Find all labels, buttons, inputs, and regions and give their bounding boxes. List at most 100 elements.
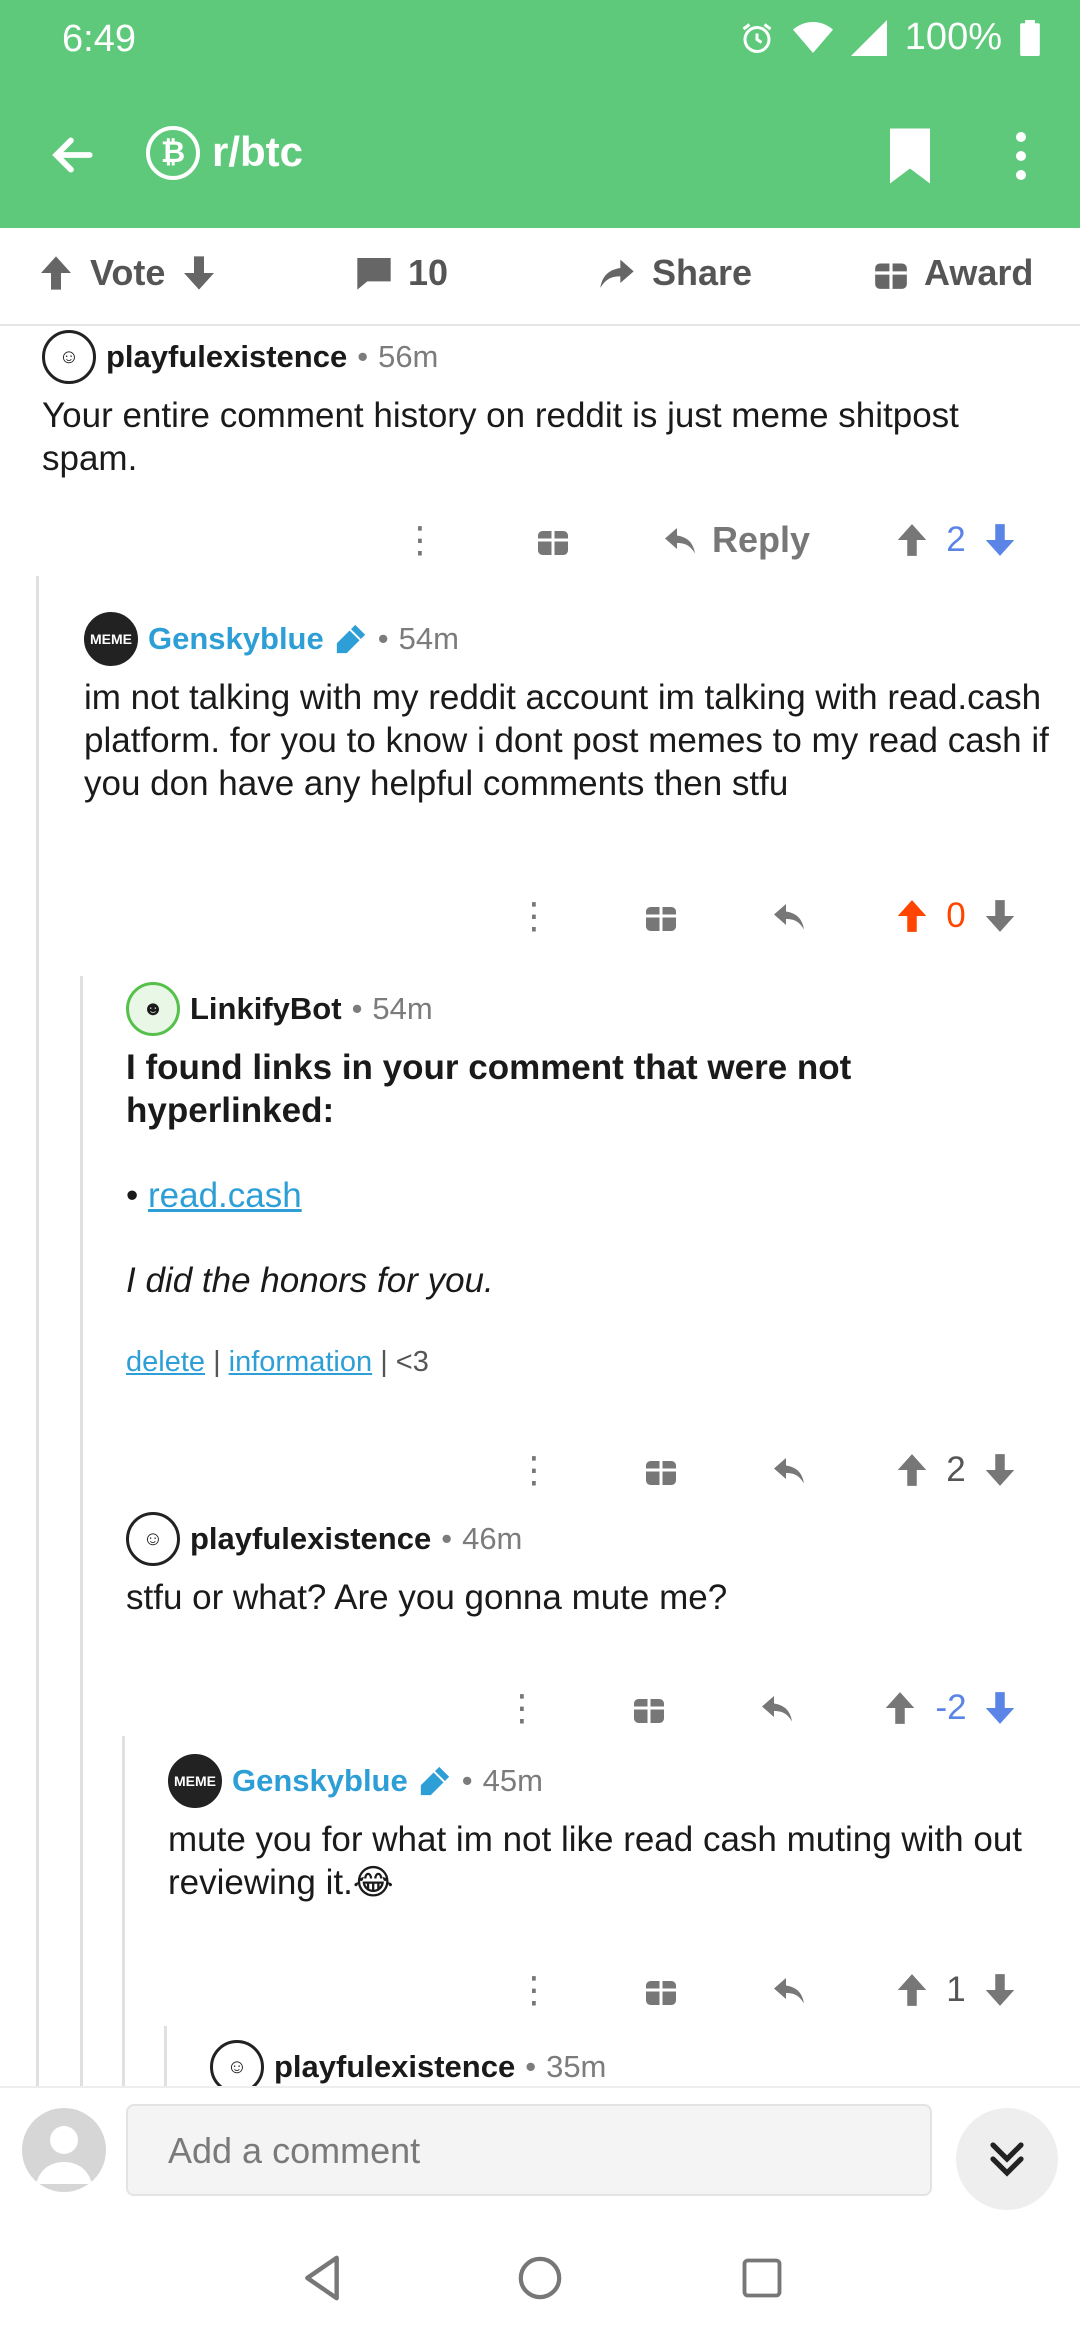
- more-options-button[interactable]: ⋮: [514, 886, 554, 946]
- comment-actions: ⋮ 0: [380, 886, 1060, 946]
- avatar[interactable]: ☻: [126, 982, 180, 1036]
- reply-button[interactable]: [764, 886, 814, 946]
- footer-separator: |: [213, 1346, 229, 1378]
- moderator-icon: [420, 1766, 449, 1796]
- upvote-button[interactable]: [890, 1960, 934, 2020]
- nav-back-button[interactable]: [294, 2250, 350, 2306]
- add-comment-input[interactable]: Add a comment: [126, 2104, 932, 2196]
- upvote-button[interactable]: [878, 1678, 922, 1738]
- comment-author[interactable]: playfulexistence: [106, 339, 347, 375]
- avatar[interactable]: ☺: [126, 1512, 180, 1566]
- downvote-button[interactable]: [978, 510, 1022, 570]
- battery-icon: [1020, 19, 1040, 56]
- back-button[interactable]: [40, 122, 106, 188]
- nav-recents-button[interactable]: [734, 2250, 790, 2306]
- read-cash-link[interactable]: read.cash: [148, 1176, 302, 1215]
- scroll-down-button[interactable]: [956, 2108, 1058, 2210]
- bookmark-button[interactable]: [885, 126, 935, 186]
- comment-author[interactable]: playfulexistence: [190, 1521, 431, 1557]
- reply-button[interactable]: [764, 1960, 814, 2020]
- avatar[interactable]: ☺: [210, 2040, 264, 2086]
- nav-home-button[interactable]: [512, 2250, 568, 2306]
- comment-score: 1: [946, 1970, 966, 2009]
- more-options-button[interactable]: ⋮: [400, 510, 440, 570]
- award-button[interactable]: [636, 1960, 686, 2020]
- comment-body: stfu or what? Are you gonna mute me?: [126, 1578, 728, 1617]
- delete-link[interactable]: delete: [126, 1346, 205, 1378]
- thread-line: [122, 1736, 125, 2086]
- comment-body: Your entire comment history on reddit is…: [42, 396, 959, 478]
- downvote-icon[interactable]: [179, 253, 219, 293]
- comment-time-separator: •: [357, 339, 369, 374]
- triangle-back-icon: [305, 2255, 339, 2301]
- comment-author[interactable]: Genskyblue: [232, 1763, 408, 1799]
- comment-time: 54m: [398, 621, 459, 656]
- comment: ☺ playfulexistence • 35m: [210, 2040, 1070, 2086]
- comment-time: 56m: [378, 339, 439, 374]
- comment-time-separator: •: [377, 621, 389, 656]
- downvote-icon: [985, 1974, 1015, 2006]
- avatar[interactable]: MEME: [84, 612, 138, 666]
- award-label: Award: [924, 252, 1034, 293]
- upvote-icon[interactable]: [36, 253, 76, 293]
- moderator-icon: [336, 624, 365, 654]
- comment-score: 2: [946, 1450, 966, 1489]
- downvote-button[interactable]: [978, 1960, 1022, 2020]
- status-bar: 6:49 100%: [0, 0, 1080, 80]
- bitcoin-icon: ₿: [146, 126, 200, 180]
- bot-footer: delete | information | <3: [126, 1346, 1066, 1379]
- gift-icon: [634, 1699, 664, 1723]
- reply-icon: [664, 528, 695, 554]
- comment-body: im not talking with my reddit account im…: [84, 678, 1049, 803]
- comment-time-separator: •: [525, 2049, 537, 2084]
- avatar[interactable]: MEME: [168, 1754, 222, 1808]
- comment-author[interactable]: Genskyblue: [148, 621, 324, 657]
- comment-time: 35m: [546, 2049, 607, 2084]
- downvote-button[interactable]: [978, 886, 1022, 946]
- comment-author[interactable]: playfulexistence: [274, 2049, 515, 2085]
- comment: MEME Genskyblue • 45m mute you for what …: [168, 1754, 1068, 1904]
- comment-score: -2: [935, 1688, 967, 1727]
- award-button[interactable]: [636, 886, 686, 946]
- more-options-button[interactable]: [1006, 126, 1036, 186]
- reply-button[interactable]: [752, 1678, 802, 1738]
- more-options-button[interactable]: ⋮: [514, 1960, 554, 2020]
- bookmark-icon: [890, 128, 930, 184]
- comment-body: mute you for what im not like read cash …: [168, 1818, 1068, 1904]
- arrow-left-icon: [52, 137, 93, 173]
- reply-button[interactable]: [764, 1440, 814, 1500]
- upvote-button[interactable]: [890, 886, 934, 946]
- upvote-icon: [897, 1454, 927, 1486]
- downvote-button[interactable]: [978, 1440, 1022, 1500]
- comment-header: ☺ playfulexistence • 35m: [210, 2040, 1070, 2086]
- reply-button[interactable]: Reply: [650, 510, 820, 570]
- toolbar: ₿ r/btc: [0, 100, 1080, 210]
- upvote-button[interactable]: [890, 1440, 934, 1500]
- footer-heart: <3: [395, 1346, 429, 1378]
- avatar[interactable]: ☺: [42, 330, 96, 384]
- comment-actions: ⋮ 1: [380, 1960, 1060, 2020]
- subreddit-title[interactable]: r/btc: [212, 128, 303, 176]
- comments-button[interactable]: 10: [354, 252, 448, 294]
- share-button[interactable]: Share: [596, 252, 752, 294]
- upvote-icon: [897, 1974, 927, 2006]
- comment-author[interactable]: LinkifyBot: [190, 991, 342, 1027]
- double-chevron-down-icon: [990, 2142, 1024, 2177]
- comment-score: 2: [946, 520, 966, 559]
- award-button[interactable]: [624, 1678, 674, 1738]
- comment-header: MEME Genskyblue • 45m: [168, 1754, 1068, 1808]
- more-options-button[interactable]: ⋮: [502, 1678, 542, 1738]
- comment-compose-bar: Add a comment: [0, 2086, 1080, 2216]
- information-link[interactable]: information: [229, 1346, 372, 1378]
- comment: ☺ playfulexistence • 56m Your entire com…: [42, 330, 1042, 480]
- award-button[interactable]: [636, 1440, 686, 1500]
- circle-home-icon: [518, 2256, 562, 2300]
- gift-icon: [875, 263, 907, 289]
- gift-icon: [538, 531, 568, 555]
- award-button[interactable]: [528, 510, 578, 570]
- award-button[interactable]: Award: [872, 252, 1033, 294]
- downvote-button[interactable]: [978, 1678, 1022, 1738]
- user-icon: [36, 2126, 92, 2184]
- more-options-button[interactable]: ⋮: [514, 1440, 554, 1500]
- upvote-button[interactable]: [890, 510, 934, 570]
